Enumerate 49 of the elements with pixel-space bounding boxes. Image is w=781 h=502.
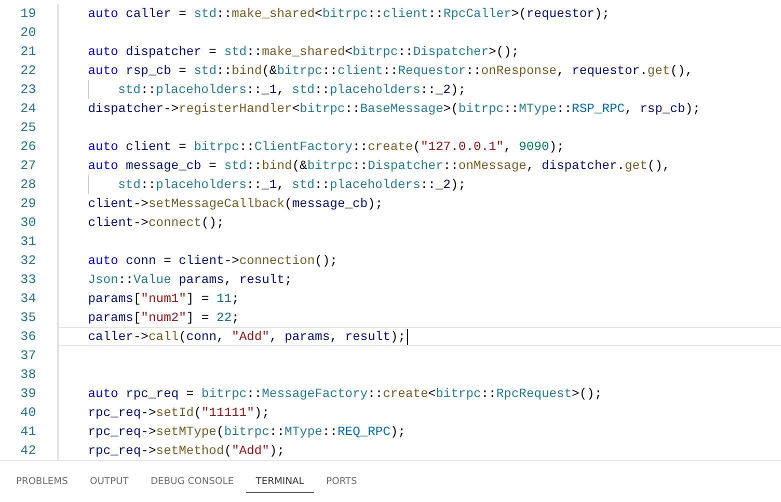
panel-tab[interactable]: PROBLEMS xyxy=(6,470,78,493)
line-number: 34 xyxy=(19,291,36,306)
line-number: 19 xyxy=(19,6,36,21)
code-line: std::placeholders::_1, std::placeholders::_2); xyxy=(118,178,466,192)
code-line: client->setMessageCallback(message_cb); xyxy=(88,196,383,210)
code-line: rpc_req->setMethod("Add"); xyxy=(88,444,285,458)
line-number: 33 xyxy=(19,272,36,287)
line-number: 32 xyxy=(19,253,36,268)
panel-tab[interactable]: DEBUG CONSOLE xyxy=(140,470,244,493)
line-number: 24 xyxy=(19,101,36,116)
code-line: params["num2"] = 22; xyxy=(88,310,240,324)
code-line: auto caller = std::make_shared<bitrpc::client::RpcCaller>(requestor); xyxy=(88,6,610,20)
panel-tab[interactable]: PORTS xyxy=(316,470,368,493)
line-number: 35 xyxy=(19,310,36,325)
code-line: params["num1"] = 11; xyxy=(88,292,240,306)
code-line: rpc_req->setId("11111"); xyxy=(88,406,270,420)
code-line: auto rsp_cb = std::bind(&bitrpc::client::Requestor::onResponse, requestor.get(), xyxy=(88,64,693,78)
code-line: auto conn = client->connection(); xyxy=(88,254,338,268)
line-number: 25 xyxy=(19,120,36,135)
line-number: 26 xyxy=(19,139,36,154)
code-line: auto client = bitrpc::ClientFactory::create("127.0.0.1", 9090); xyxy=(88,140,564,154)
code-line: std::placeholders::_1, std::placeholders::_2); xyxy=(118,82,466,96)
code-line: auto dispatcher = std::make_shared<bitrpc::Dispatcher>(); xyxy=(88,44,519,58)
code-line: Json::Value params, result; xyxy=(88,272,292,286)
text-cursor xyxy=(406,328,408,344)
panel-tab[interactable]: OUTPUT xyxy=(80,470,139,493)
code-line: caller->call(conn, "Add", params, result); xyxy=(88,330,406,344)
line-number: 31 xyxy=(19,234,36,249)
code-line: auto message_cb = std::bind(&bitrpc::Dispatcher::onMessage, dispatcher.get(), xyxy=(88,158,670,172)
line-number: 27 xyxy=(19,158,36,173)
line-number: 21 xyxy=(19,44,36,59)
code-line: client->connect(); xyxy=(88,216,224,230)
line-number: 22 xyxy=(19,63,36,78)
line-number: 40 xyxy=(19,405,36,420)
line-number: 29 xyxy=(19,196,36,211)
line-number: 20 xyxy=(19,25,36,40)
code-line: dispatcher->registerHandler<bitrpc::BaseMessage>(bitrpc::MType::RSP_RPC, rsp_cb); xyxy=(88,102,700,116)
line-number: 30 xyxy=(19,215,36,230)
line-number: 38 xyxy=(19,367,36,382)
line-number: 23 xyxy=(19,82,36,97)
code-line: auto rpc_req = bitrpc::MessageFactory::create<bitrpc::RpcRequest>(); xyxy=(88,386,602,400)
code-line: rpc_req->setMType(bitrpc::MType::REQ_RPC); xyxy=(88,424,406,438)
panel-tab[interactable]: TERMINAL xyxy=(246,470,314,493)
line-number: 39 xyxy=(19,386,36,401)
line-number: 36 xyxy=(19,329,36,344)
line-number: 41 xyxy=(19,424,36,439)
line-number: 42 xyxy=(19,443,36,458)
line-number: 28 xyxy=(19,177,36,192)
line-number: 37 xyxy=(19,348,36,363)
